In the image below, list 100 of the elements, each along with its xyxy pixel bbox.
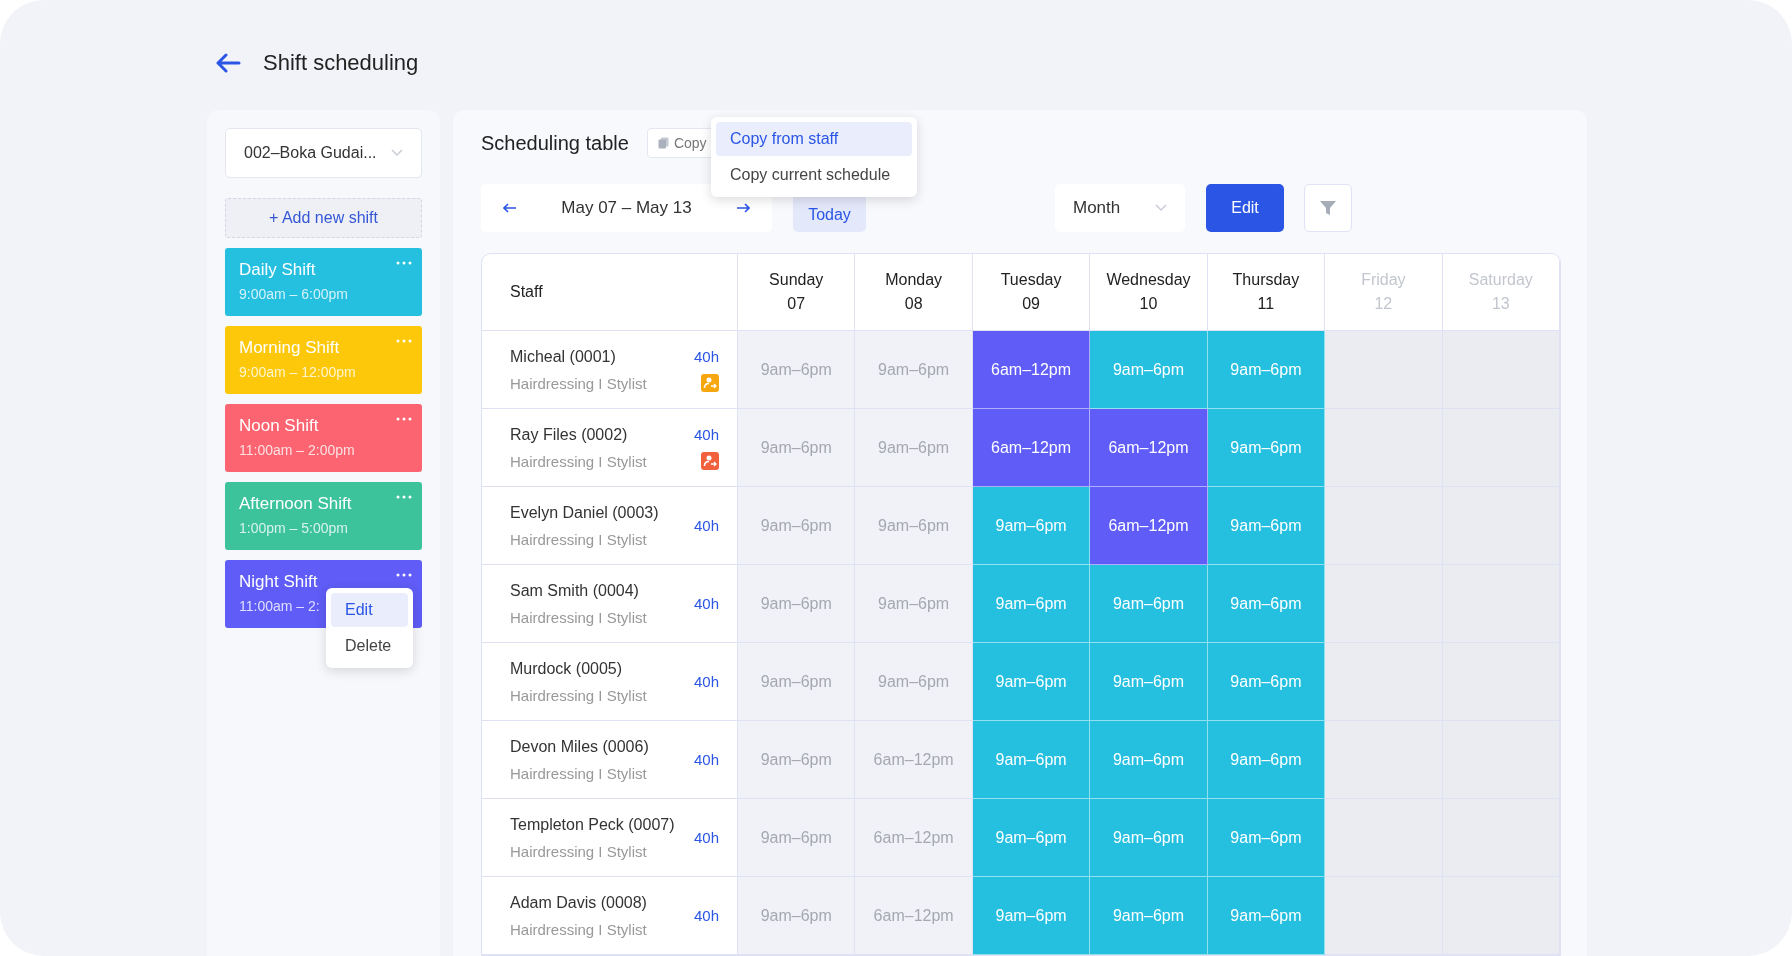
staff-name: Devon Miles (0006)	[510, 737, 649, 756]
schedule-cell[interactable]: 6am–12pm	[855, 799, 973, 877]
shift-cell[interactable]: 9am–6pm	[1207, 799, 1326, 877]
staff-name: Sam Smith (0004)	[510, 581, 640, 600]
shift-time: 9:00am – 6:00pm	[239, 286, 348, 302]
staff-role: Hairdressing I Stylist	[510, 920, 647, 938]
chevron-down-icon	[1155, 204, 1167, 212]
shift-cell[interactable]: 9am–6pm	[1090, 721, 1208, 799]
page-title: Shift scheduling	[263, 49, 419, 76]
staff-name: Templeton Peck (0007)	[510, 815, 675, 834]
more-icon[interactable]	[396, 417, 412, 421]
shift-cell[interactable]: 9am–6pm	[1207, 643, 1326, 721]
more-icon[interactable]	[396, 573, 412, 577]
staff-hours: 40h	[693, 425, 719, 443]
shift-time: 1:00pm – 5:00pm	[239, 520, 348, 536]
staff-role: Hairdressing I Stylist	[510, 686, 647, 704]
shift-cell[interactable]: 6am–12pm	[972, 331, 1091, 409]
shift-cell[interactable]: 9am–6pm	[1090, 799, 1208, 877]
arrow-left-icon[interactable]	[503, 203, 517, 213]
shift-card[interactable]: Morning Shift 9:00am – 12:00pm	[225, 326, 422, 394]
arrow-right-icon[interactable]	[736, 203, 750, 213]
shift-card[interactable]: Noon Shift 11:00am – 2:00pm	[225, 404, 422, 472]
shift-cell[interactable]: 9am–6pm	[972, 721, 1091, 799]
schedule-cell[interactable]: 9am–6pm	[738, 565, 856, 643]
section-title: Scheduling table	[481, 131, 629, 155]
shift-cell[interactable]: 9am–6pm	[1090, 643, 1208, 721]
shift-cell[interactable]: 9am–6pm	[1207, 487, 1326, 565]
shift-time: 11:00am – 2:	[239, 598, 320, 614]
schedule-cell[interactable]: 9am–6pm	[855, 487, 973, 565]
shift-name: Night Shift	[239, 572, 318, 592]
staff-hours: 40h	[693, 517, 719, 534]
schedule-cell[interactable]: 9am–6pm	[738, 331, 856, 409]
schedule-cell[interactable]: 9am–6pm	[738, 643, 856, 721]
staff-name: Adam Davis (0008)	[510, 893, 647, 912]
copy-icon	[657, 137, 669, 149]
chevron-down-icon	[391, 149, 403, 157]
schedule-cell[interactable]: 9am–6pm	[738, 877, 856, 955]
shift-cell[interactable]: 9am–6pm	[972, 799, 1091, 877]
schedule-cell[interactable]: 9am–6pm	[855, 643, 973, 721]
shift-card[interactable]: Afternoon Shift 1:00pm – 5:00pm	[225, 482, 422, 550]
staff-name: Ray Files (0002)	[510, 425, 629, 444]
more-icon[interactable]	[396, 261, 412, 265]
staff-hours: 40h	[693, 751, 719, 768]
shift-name: Daily Shift	[239, 260, 316, 280]
shift-cell[interactable]: 9am–6pm	[1207, 409, 1326, 487]
shift-cell[interactable]: 6am–12pm	[972, 409, 1091, 487]
shift-cell[interactable]: 6am–12pm	[1090, 487, 1208, 565]
shift-name: Morning Shift	[239, 338, 340, 358]
staff-name: Micheal (0001)	[510, 347, 617, 366]
shift-card[interactable]: Daily Shift 9:00am – 6:00pm	[225, 248, 422, 316]
schedule-cell[interactable]: 9am–6pm	[738, 721, 856, 799]
shift-cell[interactable]: 9am–6pm	[1090, 331, 1208, 409]
schedule-cell[interactable]: 9am–6pm	[855, 565, 973, 643]
staff-hours: 40h	[693, 829, 719, 846]
shift-cell[interactable]: 9am–6pm	[1207, 877, 1326, 955]
shift-cell[interactable]: 9am–6pm	[1090, 877, 1208, 955]
staff-hours: 40h	[693, 907, 719, 924]
add-shift-button[interactable]: + Add new shift	[225, 198, 422, 238]
column-header: Staff	[510, 283, 543, 301]
shift-cell[interactable]: 9am–6pm	[1207, 565, 1326, 643]
shift-cell[interactable]: 9am–6pm	[972, 487, 1091, 565]
schedule-cell[interactable]: 9am–6pm	[855, 409, 973, 487]
shift-cell[interactable]: 9am–6pm	[972, 877, 1091, 955]
menu-item[interactable]: Delete	[331, 629, 408, 663]
shift-cell[interactable]: 9am–6pm	[972, 643, 1091, 721]
shift-time: 9:00am – 12:00pm	[239, 364, 356, 380]
schedule-cell[interactable]: 9am–6pm	[738, 487, 856, 565]
schedule-cell[interactable]: 9am–6pm	[738, 409, 856, 487]
filter-icon	[1319, 199, 1337, 217]
shift-cell[interactable]: 6am–12pm	[1090, 409, 1208, 487]
staff-role: Hairdressing I Stylist	[510, 608, 647, 626]
schedule-cell[interactable]: 6am–12pm	[855, 721, 973, 799]
staff-role: Hairdressing I Stylist	[510, 530, 648, 548]
shift-time: 11:00am – 2:00pm	[239, 442, 355, 458]
shift-cell[interactable]: 9am–6pm	[1090, 565, 1208, 643]
staff-role: Hairdressing I Stylist	[510, 764, 648, 782]
schedule-cell[interactable]: 9am–6pm	[738, 799, 856, 877]
staff-role: Hairdressing I Stylist	[510, 374, 647, 392]
staff-role: Hairdressing I Stylist	[510, 842, 648, 860]
view-select[interactable]: Month	[1055, 184, 1185, 232]
schedule-cell[interactable]: 9am–6pm	[855, 331, 973, 409]
staff-hours: 40h	[693, 673, 719, 690]
shift-cell[interactable]: 9am–6pm	[1207, 721, 1326, 799]
shift-cell[interactable]: 9am–6pm	[1207, 331, 1326, 409]
edit-button[interactable]: Edit	[1206, 184, 1284, 232]
staff-hours: 40h	[693, 347, 719, 365]
shift-cell[interactable]: 9am–6pm	[972, 565, 1091, 643]
filter-button[interactable]	[1304, 184, 1352, 232]
staff-hours: 40h	[693, 595, 719, 612]
schedule-cell[interactable]: 6am–12pm	[855, 877, 973, 955]
date-range: May 07 – May 13	[561, 198, 692, 218]
store-select[interactable]: 002–Boka Gudai...	[225, 128, 422, 178]
menu-item[interactable]: Edit	[331, 593, 408, 627]
more-icon[interactable]	[396, 495, 412, 499]
staff-name: Murdock (0005)	[510, 659, 624, 678]
shift-name: Afternoon Shift	[239, 494, 352, 514]
back-arrow-icon[interactable]	[215, 52, 241, 73]
menu-item[interactable]: Copy from staff	[716, 122, 912, 156]
staff-role: Hairdressing I Stylist	[510, 452, 647, 470]
shift-name: Noon Shift	[239, 416, 319, 436]
